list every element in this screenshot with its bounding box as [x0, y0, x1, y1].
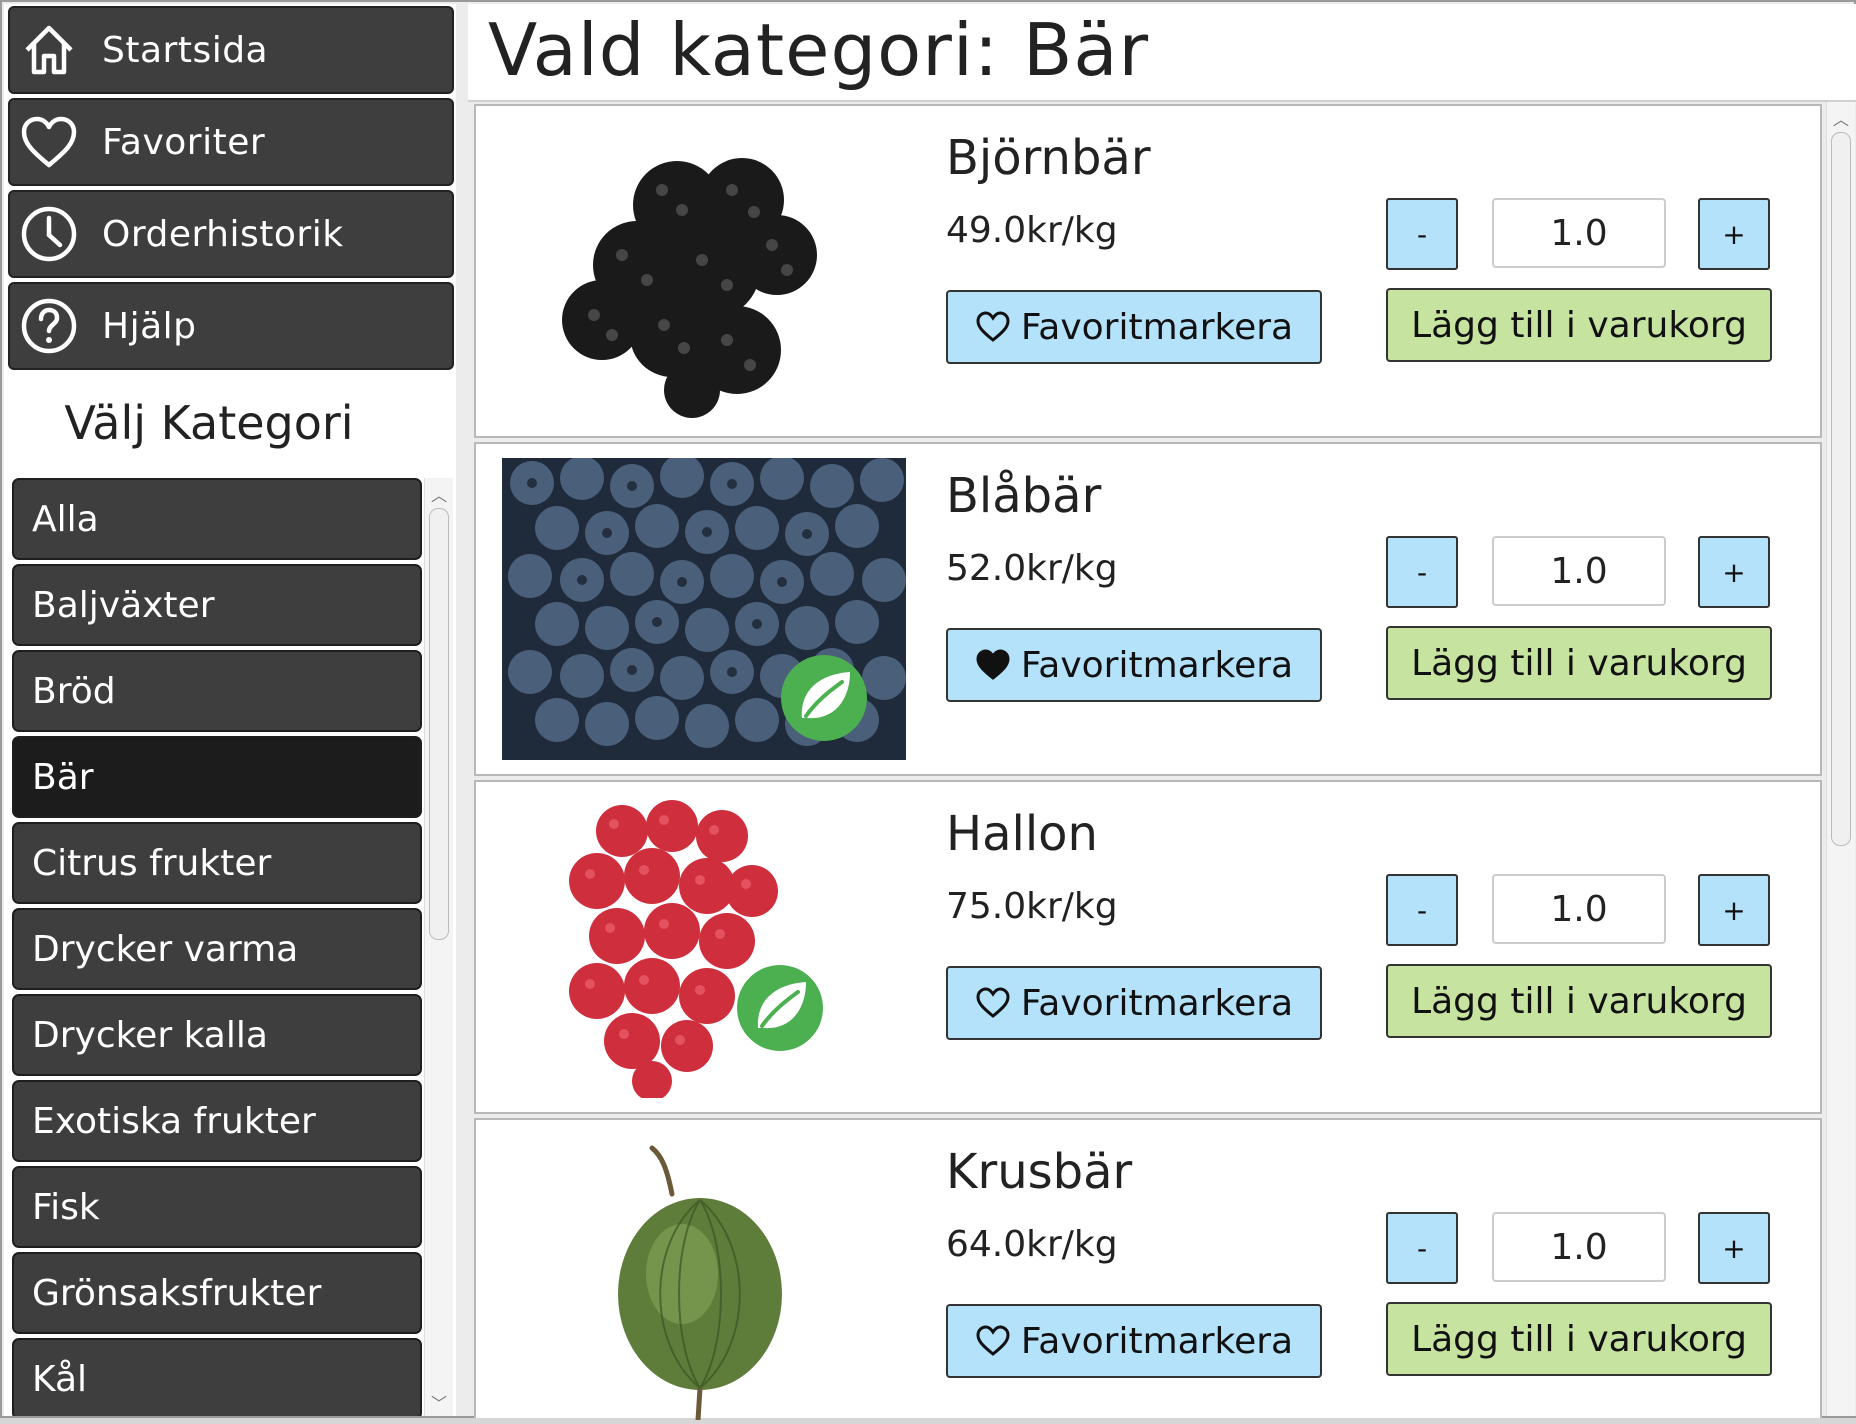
quantity-input[interactable]: [1492, 874, 1666, 944]
category-scrollbar[interactable]: ︿ ﹀: [424, 478, 453, 1416]
category-fisk[interactable]: Fisk: [12, 1166, 422, 1248]
app-window: Startsida Favoriter Orderhistorik Hjälp …: [0, 0, 1856, 1421]
product-image-raspberries: [502, 796, 906, 1101]
nav-label: Startsida: [102, 29, 269, 71]
increase-quantity-button[interactable]: +: [1698, 198, 1770, 270]
product-image-blackberries: [502, 120, 906, 422]
decrease-quantity-button[interactable]: -: [1386, 1212, 1458, 1284]
add-to-cart-button[interactable]: Lägg till i varukorg: [1386, 288, 1772, 362]
eco-leaf-icon: [737, 965, 823, 1051]
product-image-blueberries: [502, 454, 906, 760]
category-drycker-kalla[interactable]: Drycker kalla: [12, 994, 422, 1076]
category-baljvaxter[interactable]: Baljväxter: [12, 564, 422, 646]
quantity-input[interactable]: [1492, 198, 1666, 268]
category-citrus-frukter[interactable]: Citrus frukter: [12, 822, 422, 904]
product-price: 49.0kr/kg: [946, 210, 1118, 251]
main-content: Vald kategori: Bär Björnbär 49.0kr/kg Fa…: [468, 4, 1856, 1421]
category-brod[interactable]: Bröd: [12, 650, 422, 732]
category-alla[interactable]: Alla: [12, 478, 422, 560]
increase-quantity-button[interactable]: +: [1698, 874, 1770, 946]
favorite-label: Favoritmarkera: [1020, 1320, 1294, 1362]
product-card-krusbar: Krusbär 64.0kr/kg Favoritmarkera - + Läg…: [474, 1118, 1822, 1421]
quantity-input[interactable]: [1492, 536, 1666, 606]
product-price: 75.0kr/kg: [946, 886, 1118, 927]
scroll-up-icon[interactable]: ︿: [429, 482, 449, 505]
product-name: Hallon: [946, 806, 1098, 862]
help-icon: [18, 295, 80, 357]
category-bar-selected[interactable]: Bär: [12, 736, 422, 818]
scroll-down-icon[interactable]: ﹀: [429, 1390, 449, 1413]
favorite-label: Favoritmarkera: [1020, 644, 1294, 686]
heart-outline-icon: [976, 311, 1010, 342]
decrease-quantity-button[interactable]: -: [1386, 198, 1458, 270]
product-card-blabar: Blåbär 52.0kr/kg Favoritmarkera - + Lägg…: [474, 442, 1822, 776]
quantity-input[interactable]: [1492, 1212, 1666, 1282]
heart-outline-icon: [976, 1325, 1010, 1356]
add-to-cart-button[interactable]: Lägg till i varukorg: [1386, 1302, 1772, 1376]
category-gronsaksfrukter[interactable]: Grönsaksfrukter: [12, 1252, 422, 1334]
nav-startsida-button[interactable]: Startsida: [8, 6, 454, 94]
heart-icon: [18, 111, 80, 173]
home-icon: [18, 19, 80, 81]
favorite-button[interactable]: Favoritmarkera: [946, 966, 1322, 1040]
category-kal[interactable]: Kål: [12, 1338, 422, 1416]
favorite-button[interactable]: Favoritmarkera: [946, 290, 1322, 364]
favorite-button[interactable]: Favoritmarkera: [946, 628, 1322, 702]
nav-orderhistorik-button[interactable]: Orderhistorik: [8, 190, 454, 278]
category-heading: Välj Kategori: [64, 396, 354, 450]
product-price: 52.0kr/kg: [946, 548, 1118, 589]
scroll-up-icon[interactable]: ︿: [1831, 106, 1851, 129]
category-drycker-varma[interactable]: Drycker varma: [12, 908, 422, 990]
product-card-hallon: Hallon 75.0kr/kg Favoritmarkera - + Lägg…: [474, 780, 1822, 1114]
decrease-quantity-button[interactable]: -: [1386, 536, 1458, 608]
eco-leaf-icon: [781, 655, 867, 741]
favorite-label: Favoritmarkera: [1020, 982, 1294, 1024]
category-list: Alla Baljväxter Bröd Bär Citrus frukter …: [8, 478, 422, 1416]
nav-label: Hjälp: [102, 305, 197, 347]
nav-hjalp-button[interactable]: Hjälp: [8, 282, 454, 370]
scrollbar-thumb[interactable]: [1831, 132, 1851, 846]
increase-quantity-button[interactable]: +: [1698, 536, 1770, 608]
product-card-bjornbar: Björnbär 49.0kr/kg Favoritmarkera - + Lä…: [474, 104, 1822, 438]
add-to-cart-button[interactable]: Lägg till i varukorg: [1386, 626, 1772, 700]
nav-label: Favoriter: [102, 121, 266, 163]
heart-filled-icon: [976, 649, 1010, 680]
nav-favoriter-button[interactable]: Favoriter: [8, 98, 454, 186]
favorite-button[interactable]: Favoritmarkera: [946, 1304, 1322, 1378]
product-name: Krusbär: [946, 1144, 1133, 1200]
increase-quantity-button[interactable]: +: [1698, 1212, 1770, 1284]
category-exotiska-frukter[interactable]: Exotiska frukter: [12, 1080, 422, 1162]
nav-label: Orderhistorik: [102, 213, 344, 255]
sidebar: Startsida Favoriter Orderhistorik Hjälp …: [4, 4, 456, 1416]
favorite-label: Favoritmarkera: [1020, 306, 1294, 348]
product-name: Blåbär: [946, 468, 1102, 524]
decrease-quantity-button[interactable]: -: [1386, 874, 1458, 946]
page-title-bar: Vald kategori: Bär: [468, 4, 1856, 102]
product-name: Björnbär: [946, 130, 1151, 186]
product-price: 64.0kr/kg: [946, 1224, 1118, 1265]
add-to-cart-button[interactable]: Lägg till i varukorg: [1386, 964, 1772, 1038]
heart-outline-icon: [976, 987, 1010, 1018]
page-title: Vald kategori: Bär: [488, 8, 1150, 92]
scrollbar-thumb[interactable]: [429, 508, 449, 940]
clock-icon: [18, 203, 80, 265]
product-image-gooseberry: [502, 1134, 906, 1421]
product-list-scrollbar[interactable]: ︿: [1826, 102, 1855, 1416]
